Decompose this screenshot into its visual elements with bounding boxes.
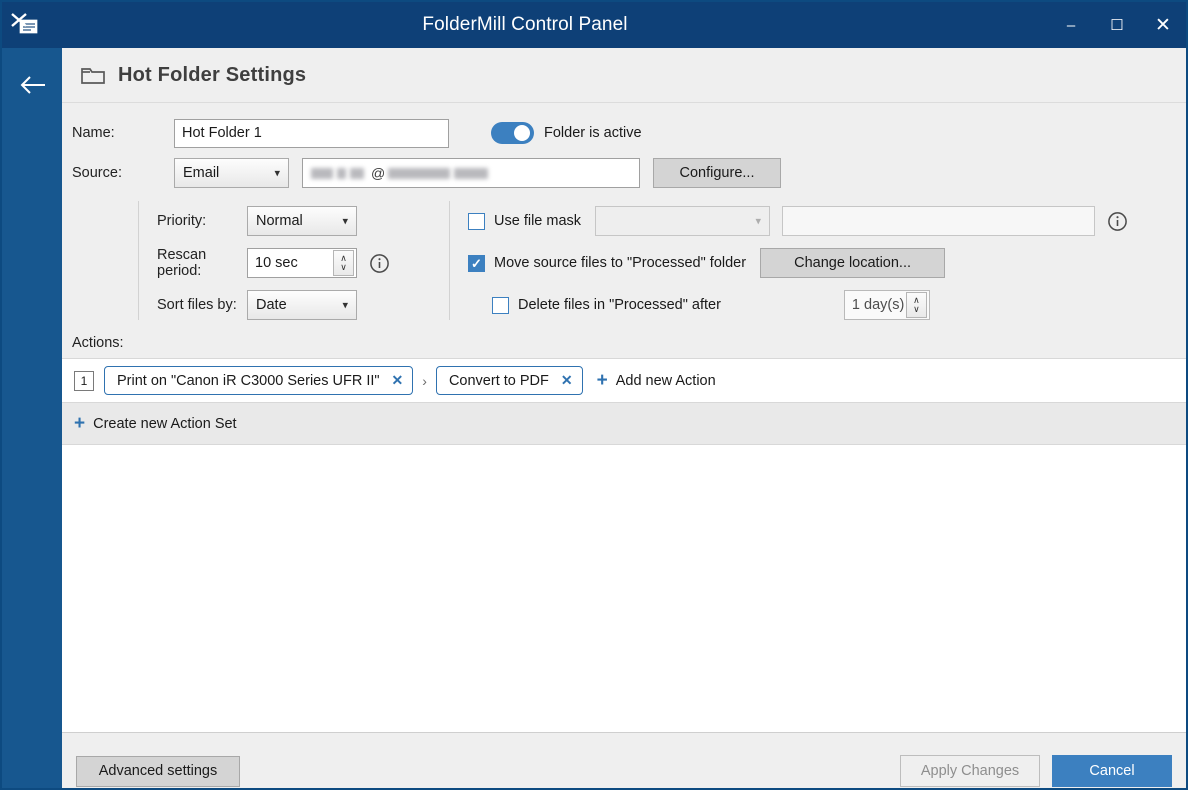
footer-bar: Advanced settings Apply Changes Cancel [62, 733, 1186, 790]
settings-block: Priority: Normal ▾ Rescan period: 10 sec… [62, 197, 1186, 326]
close-icon[interactable]: ✕ [392, 372, 404, 389]
page-title: Hot Folder Settings [118, 64, 306, 87]
priority-label: Priority: [139, 213, 247, 229]
settings-divider-2 [449, 201, 450, 320]
priority-value: Normal [256, 213, 303, 229]
change-location-button[interactable]: Change location... [760, 248, 945, 278]
redacted-block [454, 168, 488, 179]
sort-files-select[interactable]: Date ▾ [247, 290, 357, 320]
settings-left-column: Priority: Normal ▾ Rescan period: 10 sec… [139, 197, 449, 326]
use-file-mask-label: Use file mask [494, 213, 581, 229]
stepper-buttons[interactable]: ∧ ∨ [333, 250, 354, 276]
stepper-down-icon[interactable]: ∨ [913, 305, 920, 314]
apply-changes-button[interactable]: Apply Changes [900, 755, 1040, 787]
move-source-files-checkbox[interactable]: ✓ [468, 255, 485, 272]
delete-after-value: 1 day(s) [845, 297, 906, 313]
name-label: Name: [72, 125, 174, 141]
action-chip-label: Print on "Canon iR C3000 Series UFR II" [117, 373, 380, 389]
source-email-input[interactable]: @ [302, 158, 640, 188]
content-pane: Hot Folder Settings Name: Folder is acti… [62, 48, 1186, 790]
info-icon[interactable] [369, 253, 390, 274]
settings-right-column: Use file mask ▾ [468, 197, 1186, 326]
title-bar: FolderMill Control Panel – ☐ ✕ [2, 2, 1186, 48]
redacted-block [311, 168, 333, 179]
rescan-period-stepper[interactable]: 10 sec ∧ ∨ [247, 248, 357, 278]
file-mask-select[interactable]: ▾ [595, 206, 770, 236]
name-input[interactable] [174, 119, 449, 148]
window-title: FolderMill Control Panel [2, 14, 1048, 36]
action-separator-icon: › [422, 373, 427, 389]
add-new-action-label: Add new Action [616, 373, 716, 389]
name-row: Name: Folder is active [62, 113, 1186, 153]
action-chip-label: Convert to PDF [449, 373, 549, 389]
back-arrow-icon[interactable] [14, 66, 52, 104]
window-controls: – ☐ ✕ [1048, 2, 1186, 48]
folder-active-toggle[interactable] [491, 122, 534, 144]
priority-select[interactable]: Normal ▾ [247, 206, 357, 236]
folder-active-label: Folder is active [544, 125, 642, 141]
action-set-number: 1 [74, 371, 94, 391]
chevron-down-icon: ▾ [756, 215, 762, 228]
delete-processed-row: Delete files in "Processed" after 1 day(… [492, 284, 1186, 326]
priority-row: Priority: Normal ▾ [139, 200, 449, 242]
create-action-set-row[interactable]: + Create new Action Set [62, 403, 1186, 445]
rescan-period-value: 10 sec [248, 255, 333, 271]
close-button[interactable]: ✕ [1140, 2, 1186, 48]
source-label: Source: [72, 165, 174, 181]
chevron-down-icon: ▾ [274, 167, 280, 180]
page-header: Hot Folder Settings [62, 48, 1186, 103]
source-row: Source: Email ▾ @ Configure... [62, 153, 1186, 193]
sort-row: Sort files by: Date ▾ [139, 284, 449, 326]
redacted-block [350, 168, 364, 179]
check-icon: ✓ [471, 257, 482, 270]
advanced-settings-button[interactable]: Advanced settings [76, 756, 240, 787]
redacted-block [388, 168, 450, 179]
delete-processed-label: Delete files in "Processed" after [518, 297, 721, 313]
close-icon[interactable]: ✕ [561, 372, 573, 389]
move-source-files-row: ✓ Move source files to "Processed" folde… [468, 242, 1186, 284]
use-file-mask-row: Use file mask ▾ [468, 200, 1186, 242]
toggle-knob [514, 125, 530, 141]
sort-label: Sort files by: [139, 297, 247, 313]
move-source-files-label: Move source files to "Processed" folder [494, 255, 746, 271]
delete-processed-checkbox[interactable] [492, 297, 509, 314]
app-window: FolderMill Control Panel – ☐ ✕ Hot Folde… [0, 0, 1188, 790]
form-area: Name: Folder is active Source: Email ▾ [62, 103, 1186, 790]
source-type-value: Email [183, 165, 219, 181]
action-set-row: 1 Print on "Canon iR C3000 Series UFR II… [62, 358, 1186, 403]
plus-icon: + [597, 374, 608, 388]
footer-actions: Apply Changes Cancel [900, 755, 1172, 787]
at-symbol: @ [371, 165, 385, 181]
left-rail [2, 48, 62, 790]
folder-active-toggle-wrap: Folder is active [491, 122, 642, 144]
chevron-down-icon: ▾ [342, 215, 348, 228]
delete-after-stepper[interactable]: 1 day(s) ∧ ∨ [844, 290, 930, 320]
create-action-set-label: Create new Action Set [93, 416, 236, 432]
minimize-button[interactable]: – [1048, 2, 1094, 48]
folder-icon [80, 64, 106, 86]
rescan-row: Rescan period: 10 sec ∧ ∨ [139, 242, 449, 284]
actions-section-label: Actions: [62, 328, 1186, 358]
actions-empty-area [62, 445, 1186, 733]
redacted-block [337, 168, 346, 179]
stepper-down-icon[interactable]: ∨ [340, 263, 347, 272]
action-chip-print[interactable]: Print on "Canon iR C3000 Series UFR II" … [104, 366, 413, 395]
maximize-button[interactable]: ☐ [1094, 2, 1140, 48]
action-chip-convert[interactable]: Convert to PDF ✕ [436, 366, 583, 395]
plus-icon: + [74, 417, 85, 431]
add-new-action-button[interactable]: + Add new Action [597, 373, 716, 389]
chevron-down-icon: ▾ [342, 299, 348, 312]
configure-button[interactable]: Configure... [653, 158, 781, 188]
cancel-button[interactable]: Cancel [1052, 755, 1172, 787]
rescan-label: Rescan period: [139, 247, 247, 279]
source-type-select[interactable]: Email ▾ [174, 158, 289, 188]
use-file-mask-checkbox[interactable] [468, 213, 485, 230]
file-mask-input[interactable] [782, 206, 1095, 236]
sort-files-value: Date [256, 297, 287, 313]
info-icon[interactable] [1107, 211, 1128, 232]
stepper-buttons[interactable]: ∧ ∨ [906, 292, 927, 318]
